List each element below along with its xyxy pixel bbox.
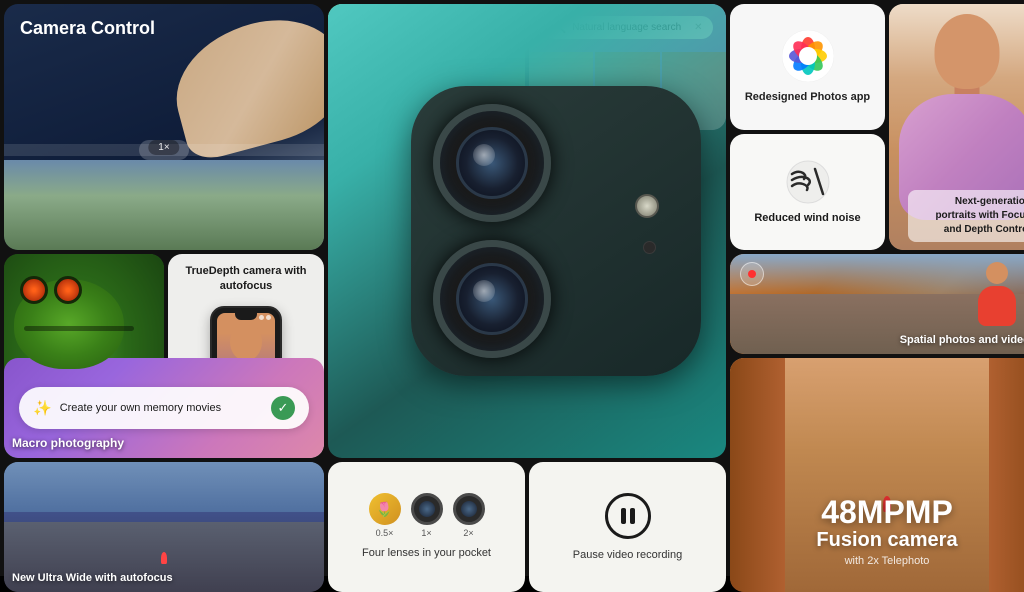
landscape bbox=[4, 160, 324, 250]
memory-sparkle-icon: ✨ bbox=[33, 399, 52, 417]
spatial-label-text: Spatial photos and videos bbox=[900, 334, 1024, 346]
pause-video-tile: Pause video recording bbox=[529, 462, 726, 592]
frog-left-eye bbox=[20, 276, 48, 304]
camera-flash bbox=[635, 194, 659, 218]
fusion-48-number: 48MPMP bbox=[730, 496, 1024, 528]
camera-mic bbox=[643, 241, 656, 254]
fusion-48mp-text-block: 48MPMP Fusion camera with 2x Telephoto bbox=[730, 496, 1024, 567]
wind-noise-icon bbox=[785, 159, 831, 205]
frog-mouth bbox=[24, 326, 134, 331]
phone-face bbox=[230, 323, 262, 361]
layout-grid: Camera Control 1× Clean Up 🔍 Natural lan… bbox=[0, 0, 1024, 576]
pause-icon-bars bbox=[621, 508, 635, 524]
portrait-head bbox=[934, 14, 999, 89]
memory-check-button[interactable]: ✓ bbox=[271, 396, 295, 420]
wind-tile-2: Reduced wind noise bbox=[730, 134, 885, 250]
memory-input-text: Create your own memory movies bbox=[60, 402, 263, 414]
finger-visual bbox=[161, 4, 324, 164]
macro-label-text: Macro photography bbox=[12, 436, 124, 450]
lens-flower-badge: 🌷 0.5× bbox=[369, 493, 401, 538]
lens-2x-label: 2× bbox=[463, 528, 473, 538]
lens-flower-circle: 🌷 bbox=[369, 493, 401, 525]
phone-top-notch bbox=[235, 313, 257, 320]
lens-1x-circle bbox=[411, 493, 443, 525]
camera-control-tile: Camera Control 1× bbox=[4, 4, 324, 250]
wind-title-text: Reduced wind noise bbox=[748, 211, 866, 226]
frog-right-eye bbox=[54, 276, 82, 304]
lens-2-inner bbox=[456, 263, 528, 335]
portraits-tile-2: Next-generation portraits with Focus and… bbox=[889, 4, 1024, 250]
lens-1x-label: 1× bbox=[421, 528, 431, 538]
pause-bar-right bbox=[630, 508, 635, 524]
spatial-person-fig bbox=[974, 262, 1019, 337]
ultrawide-tile: New Ultra Wide with autofocus bbox=[4, 462, 324, 592]
four-lenses-tile: 🌷 0.5× 1× 2× Four lenses in your pocket bbox=[328, 462, 525, 592]
lens-1x-badge: 1× bbox=[411, 493, 443, 538]
lens-2 bbox=[433, 240, 551, 358]
photos-app-tile-2: Redesigned Photos app bbox=[730, 4, 885, 130]
truedepth-label: TrueDepth camera with autofocus bbox=[176, 264, 316, 295]
ultrawide-sky bbox=[4, 462, 324, 512]
pause-button-circle[interactable] bbox=[605, 493, 651, 539]
fusion-48mp-tile-2: 48MPMP Fusion camera with 2x Telephoto bbox=[730, 358, 1024, 592]
spatial-tile-2: Spatial photos and videos bbox=[730, 254, 1024, 354]
fusion-camera-word: Fusion camera bbox=[730, 528, 1024, 552]
zoom-label: 1× bbox=[148, 140, 179, 155]
memory-input[interactable]: ✨ Create your own memory movies ✓ bbox=[19, 387, 309, 429]
lens-1-inner bbox=[456, 127, 528, 199]
ultrawide-person-small bbox=[161, 552, 167, 564]
iphone-main-tile bbox=[328, 4, 726, 458]
lens-flower-label: 0.5× bbox=[376, 528, 394, 538]
pause-bar-left bbox=[621, 508, 626, 524]
phone-status-row bbox=[259, 315, 271, 320]
lenses-icons-row: 🌷 0.5× 1× 2× bbox=[369, 493, 485, 538]
ultrawide-label-text: New Ultra Wide with autofocus bbox=[12, 572, 173, 584]
fusion-telephoto-sub: with 2x Telephoto bbox=[730, 555, 1024, 567]
spatial-record-dot bbox=[740, 262, 764, 286]
photos-app-title-text: Redesigned Photos app bbox=[737, 90, 878, 105]
lens-2-reflection bbox=[473, 280, 495, 302]
pause-title-text: Pause video recording bbox=[573, 549, 682, 561]
camera-bump bbox=[411, 86, 701, 376]
portraits-label-text: Next-generation portraits with Focus and… bbox=[908, 190, 1024, 242]
four-lenses-title-text: Four lenses in your pocket bbox=[362, 546, 491, 560]
lens-1-reflection bbox=[473, 144, 495, 166]
camera-top-text: Camera Control bbox=[20, 18, 155, 39]
lens-2x-badge: 2× bbox=[453, 493, 485, 538]
photos-app-icon bbox=[782, 30, 834, 82]
lens-1 bbox=[433, 104, 551, 222]
lens-2x-circle bbox=[453, 493, 485, 525]
